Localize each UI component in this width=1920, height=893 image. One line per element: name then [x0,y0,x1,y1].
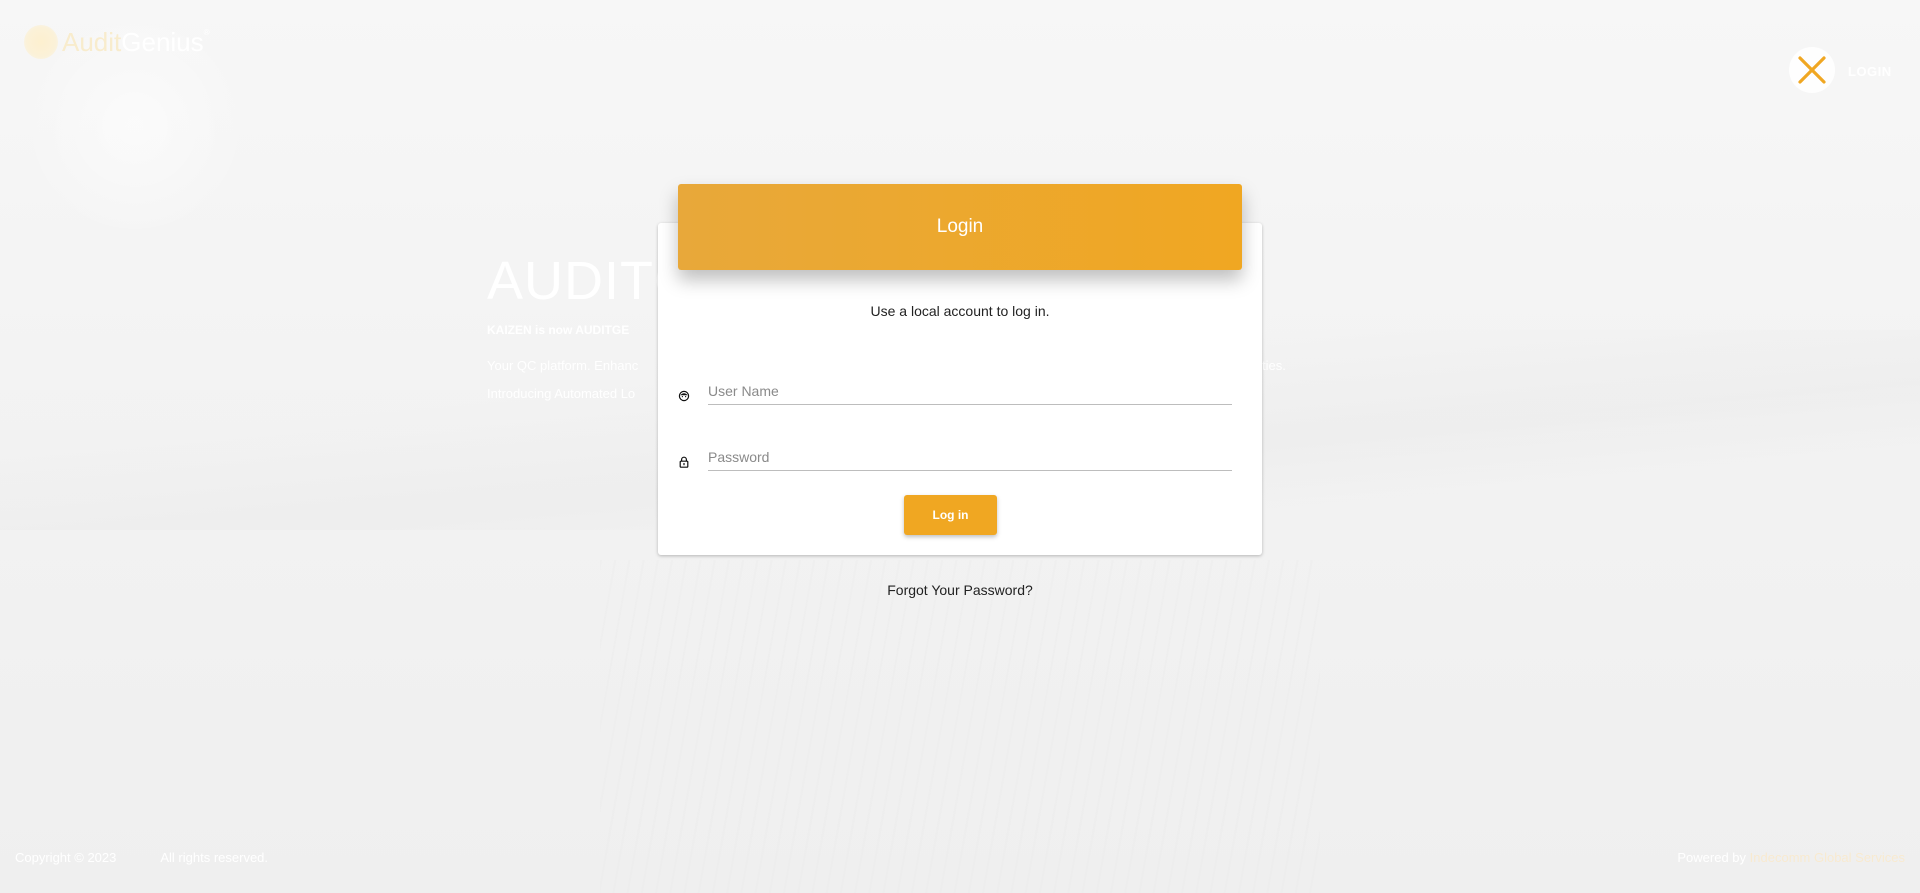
login-card-subtitle: Use a local account to log in. [870,303,1050,319]
user-icon [678,390,690,402]
brand-name-part2: Genius [121,26,204,57]
brand-name-part1: Audit [62,26,122,57]
hero-subtitle: KAIZEN is now AUDITGE [487,323,630,337]
copyright-text: Copyright © 2023 [15,850,117,865]
login-card-title: Login [936,216,984,237]
footer-copyright: Copyright © 2023 All rights reserved. [15,850,268,865]
background-floor [600,560,1320,893]
forgot-password-link[interactable]: Forgot Your Password? [658,582,1262,598]
log-in-button[interactable]: Log in [904,495,997,535]
close-button[interactable] [1789,47,1835,93]
username-input[interactable] [708,378,1232,405]
brand-logo: Audit Genius ® [24,22,210,62]
rights-text: All rights reserved. [160,850,269,865]
password-input[interactable] [708,444,1232,471]
close-icon [1798,56,1826,84]
hero-paragraph-1-end: ties. [1262,358,1286,373]
hero-paragraph-2: Introducing Automated Lo [487,386,636,401]
powered-by-text: Powered by [1677,850,1747,865]
login-card-header: Login [678,184,1242,270]
password-field [668,444,1232,474]
brand-trademark: ® [203,28,210,37]
company-link[interactable]: Indecomm Global Services [1750,850,1905,865]
lock-icon [678,456,690,468]
hero-paragraph-1: Your QC platform. Enhanc [487,358,639,373]
header-login-link[interactable]: LOGIN [1848,64,1892,79]
brand-logo-icon [24,25,58,59]
username-field [668,378,1232,408]
footer-powered-by: Powered by Indecomm Global Services [1677,850,1905,865]
